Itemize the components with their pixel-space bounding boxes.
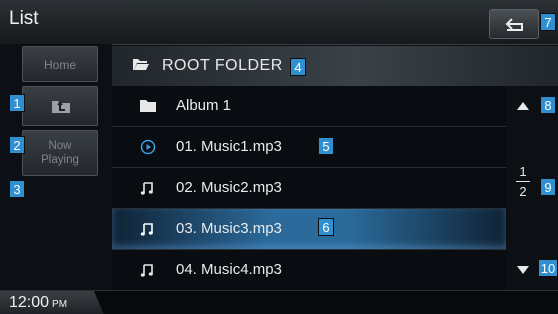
play-circle-icon (140, 139, 156, 155)
back-arrow-icon (505, 18, 523, 31)
folder-title: ROOT FOLDER (162, 57, 283, 74)
list-screen: List ROOT FOLDER Home Now Playing Album … (0, 0, 558, 314)
home-button[interactable]: Home (22, 46, 98, 82)
clock-panel: 12:00 PM (0, 291, 104, 314)
parent-folder-icon (52, 101, 70, 113)
status-bar: 12:00 PM (0, 290, 558, 314)
list-item-label: 02. Music2.mp3 (176, 179, 282, 196)
now-playing-label-line2: Playing (41, 154, 79, 166)
scroll-down-button[interactable] (508, 252, 538, 286)
clock-ampm: PM (52, 299, 68, 310)
list-item-label: 01. Music1.mp3 (176, 138, 282, 155)
list-item[interactable]: 04. Music4.mp3 (112, 250, 506, 291)
folder-header: ROOT FOLDER (112, 46, 558, 86)
callout-2: 2 (9, 136, 25, 154)
total-pages: 2 (519, 184, 527, 199)
list-item-label: 04. Music4.mp3 (176, 261, 282, 278)
folder-icon (140, 100, 156, 112)
now-playing-button[interactable]: Now Playing (22, 130, 98, 176)
callout-9: 9 (540, 178, 556, 196)
page-title: List (9, 8, 39, 29)
now-playing-label-line1: Now (48, 140, 72, 152)
callout-8: 8 (540, 96, 556, 114)
page-divider (516, 181, 530, 182)
list-item-label: Album 1 (176, 97, 232, 114)
callout-3: 3 (9, 180, 25, 198)
open-folder-icon (133, 59, 149, 70)
current-page: 1 (519, 164, 527, 179)
callout-10: 10 (538, 259, 558, 277)
list-item[interactable]: 02. Music2.mp3 (112, 168, 506, 209)
triangle-down-icon (517, 266, 529, 274)
callout-6: 6 (318, 218, 334, 236)
music-note-icon (140, 264, 153, 277)
callout-1: 1 (9, 94, 25, 112)
callout-7: 7 (540, 13, 556, 31)
scroll-up-button[interactable] (508, 90, 538, 124)
triangle-up-icon (517, 102, 529, 110)
callout-5: 5 (318, 137, 334, 155)
page-indicator: 1 2 (510, 164, 536, 199)
title-bar: List (0, 0, 558, 45)
music-note-icon (140, 223, 153, 236)
clock: 12:00 PM (9, 294, 67, 312)
clock-time: 12:00 (9, 294, 50, 311)
list-item-selected[interactable]: 03. Music3.mp3 (112, 209, 506, 250)
list-item-label: 03. Music3.mp3 (176, 220, 282, 237)
callout-4: 4 (290, 58, 306, 76)
music-note-icon (140, 182, 153, 195)
back-button[interactable] (489, 9, 539, 39)
list-item[interactable]: 01. Music1.mp3 (112, 127, 506, 168)
file-list: Album 1 01. Music1.mp3 02. Music2.mp3 03… (112, 86, 506, 290)
list-item-folder[interactable]: Album 1 (112, 86, 506, 127)
parent-folder-button[interactable] (22, 86, 98, 126)
